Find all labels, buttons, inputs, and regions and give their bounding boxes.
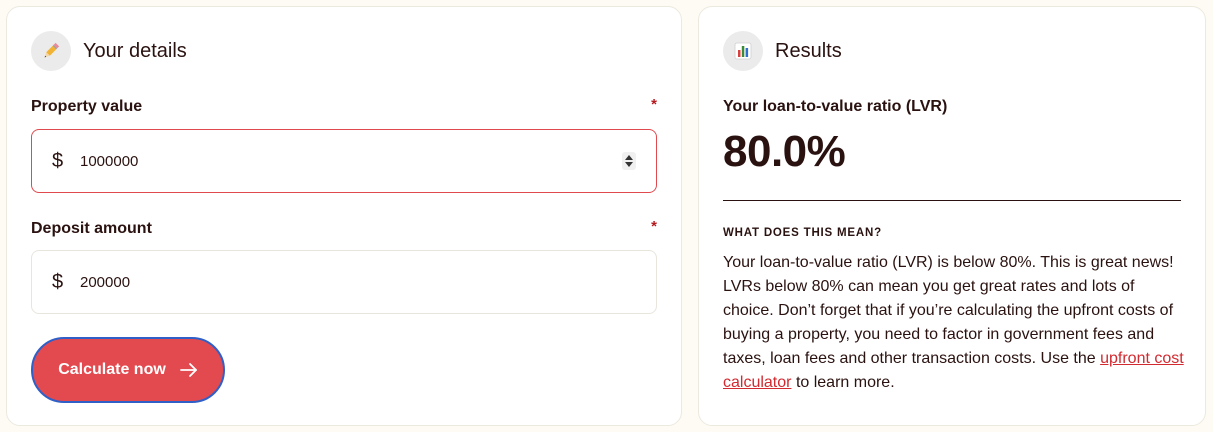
lvr-label: Your loan-to-value ratio (LVR) xyxy=(723,98,948,115)
property-required-mark: * xyxy=(651,96,657,113)
deposit-required-mark: * xyxy=(651,218,657,235)
number-stepper-icon[interactable] xyxy=(622,152,636,170)
results-header: Results xyxy=(723,31,842,71)
deposit-amount-label: Deposit amount xyxy=(31,220,152,237)
arrow-right-icon xyxy=(179,362,198,378)
deposit-currency-symbol: $ xyxy=(52,270,64,293)
pencil-icon xyxy=(31,31,71,71)
calculate-now-label: Calculate now xyxy=(58,361,166,378)
property-value-input[interactable]: $ 1000000 xyxy=(31,129,657,193)
deposit-amount-input[interactable]: $ 200000 xyxy=(31,250,657,314)
deposit-amount-text[interactable]: 200000 xyxy=(80,274,130,291)
calculate-now-button[interactable]: Calculate now xyxy=(31,337,225,403)
property-value-label: Property value xyxy=(31,98,143,115)
results-divider xyxy=(723,200,1181,201)
results-title: Results xyxy=(775,39,842,62)
meaning-suffix: to learn more. xyxy=(795,374,895,391)
lvr-value: 80.0% xyxy=(723,127,846,176)
results-card: Results Your loan-to-value ratio (LVR) 8… xyxy=(698,6,1206,426)
property-currency-symbol: $ xyxy=(52,149,64,172)
bar-chart-icon xyxy=(723,31,763,71)
meaning-heading: WHAT DOES THIS MEAN? xyxy=(723,227,882,239)
meaning-paragraph: Your loan-to-value ratio (LVR) is below … xyxy=(723,251,1185,395)
property-value-text[interactable]: 1000000 xyxy=(80,153,138,170)
details-header: Your details xyxy=(31,31,187,71)
details-card: Your details Property value * $ 1000000 … xyxy=(6,6,682,426)
details-title: Your details xyxy=(83,39,187,62)
